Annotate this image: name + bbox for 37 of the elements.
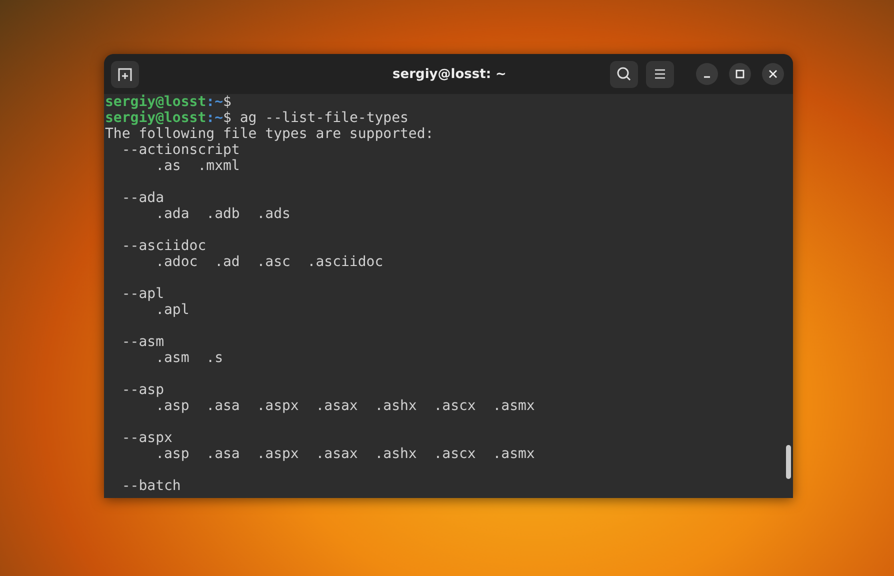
output-line: --apl [120,286,164,302]
new-tab-icon [117,66,133,82]
output-line: --asciidoc [120,238,206,254]
output-line: .asp .asa .aspx .asax .ashx .ascx .asmx [154,446,535,462]
output-line: .ada .adb .ads [154,206,290,222]
new-tab-button[interactable] [111,60,139,88]
maximize-icon [735,69,745,79]
output-line: .asp .asa .aspx .asax .ashx .ascx .asmx [154,398,535,414]
close-button[interactable] [762,63,784,85]
output-line: .as .mxml [154,158,240,174]
menu-button[interactable] [646,60,674,88]
output-line: The following file types are supported: [105,126,434,142]
output-line: --batch [120,478,181,494]
scrollbar[interactable] [786,445,791,479]
prompt-symbol: $ [223,110,232,126]
menu-icon [653,68,667,80]
output-line: --asm [120,334,164,350]
prompt-symbol: $ [223,94,232,110]
prompt-user-host: sergiy@losst [105,110,206,126]
search-button[interactable] [610,60,638,88]
output-line: .apl [154,302,190,318]
prompt-user-host: sergiy@losst [105,94,206,110]
output-line: --asp [120,382,164,398]
maximize-button[interactable] [729,63,751,85]
output-line: .adoc .ad .asc .asciidoc [154,254,384,270]
minimize-button[interactable] [696,63,718,85]
output-line: --ada [120,190,164,206]
command-text: ag --list-file-types [238,110,408,126]
prompt-path: :~ [206,94,224,110]
output-line: .asm .s [154,350,224,366]
close-icon [768,69,778,79]
search-icon [616,66,632,82]
output-line: --actionscript [120,142,240,158]
output-line: --aspx [120,430,172,446]
window-title: sergiy@losst: ~ [392,66,508,82]
prompt-path: :~ [206,110,224,126]
minimize-icon [703,76,711,78]
